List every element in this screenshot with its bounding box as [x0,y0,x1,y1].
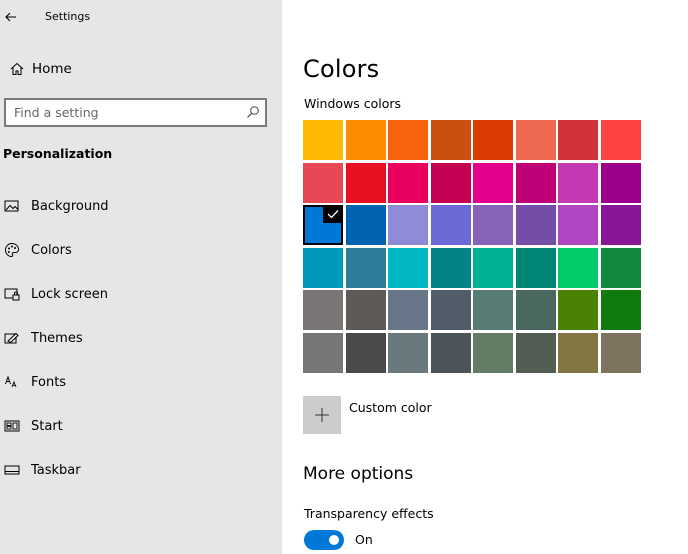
more-options-heading: More options [303,464,414,484]
checkmark-icon [323,205,343,223]
color-swatch[interactable] [515,332,556,373]
themes-icon [0,326,24,350]
sidebar-item-fonts[interactable]: Fonts [0,360,282,404]
color-swatch[interactable] [515,205,556,245]
color-swatch[interactable] [388,205,428,245]
color-swatch[interactable] [558,120,598,160]
color-swatch[interactable] [430,247,471,288]
sidebar-item-themes[interactable]: Themes [0,316,282,360]
search-input[interactable] [6,100,242,125]
sidebar-item-lock-screen[interactable]: Lock screen [0,272,282,316]
plus-icon [303,396,341,434]
search-icon[interactable] [245,104,261,120]
sidebar-item-label: Taskbar [31,462,81,478]
color-swatch[interactable] [515,247,556,288]
color-swatch[interactable] [388,162,428,203]
color-swatch[interactable] [430,120,471,160]
window-title: Settings [45,10,91,23]
sidebar-item-colors[interactable]: Colors [0,228,282,272]
color-swatch[interactable] [430,205,471,245]
color-swatch[interactable] [473,205,513,245]
sidebar-item-label: Fonts [31,374,67,390]
transparency-toggle[interactable] [304,530,344,550]
main-content: Colors Windows colors Custom color More … [282,0,688,554]
sidebar-item-label: Background [31,198,109,214]
start-icon [0,414,24,438]
color-swatch[interactable] [473,120,513,160]
color-swatch[interactable] [345,162,386,203]
color-swatch[interactable] [345,247,386,288]
sidebar-item-label: Colors [31,242,72,258]
fonts-icon [0,370,24,394]
color-swatch[interactable] [303,120,343,160]
section-header-personalization: Personalization [3,146,113,161]
transparency-effects-label: Transparency effects [304,506,434,521]
color-swatch[interactable] [345,290,386,330]
color-swatch[interactable] [303,290,343,330]
toggle-state-label: On [355,532,373,547]
color-swatch[interactable] [345,332,386,373]
color-swatch[interactable] [345,120,386,160]
color-swatch[interactable] [558,247,598,288]
color-swatch[interactable] [430,162,471,203]
title-bar: Settings [0,0,282,36]
home-icon [0,57,31,81]
search-box [4,98,267,127]
color-swatch[interactable] [388,290,428,330]
custom-color-label: Custom color [349,400,432,415]
color-swatch[interactable] [600,247,641,288]
color-swatch[interactable] [558,332,598,373]
color-swatch[interactable] [473,247,513,288]
picture-icon [0,194,24,218]
sidebar: Settings Home Personalization [0,0,282,554]
color-swatch[interactable] [473,290,513,330]
palette-icon [0,238,24,262]
color-swatch[interactable] [558,162,598,203]
color-swatch[interactable] [600,290,641,330]
sidebar-item-taskbar[interactable]: Taskbar [0,448,282,492]
color-swatch[interactable] [303,205,343,245]
sidebar-item-background[interactable]: Background [0,184,282,228]
taskbar-icon [0,458,24,482]
color-swatch[interactable] [430,332,471,373]
windows-colors-label: Windows colors [304,96,402,111]
color-swatch[interactable] [600,205,641,245]
sidebar-item-label: Start [31,418,63,434]
color-swatch[interactable] [303,332,343,373]
color-swatch[interactable] [515,162,556,203]
sidebar-item-label: Themes [31,330,83,346]
color-swatch[interactable] [303,162,343,203]
back-button[interactable] [0,6,22,28]
back-arrow-icon [5,12,16,22]
color-swatch-grid [303,120,641,373]
color-swatch[interactable] [558,290,598,330]
color-swatch[interactable] [600,332,641,373]
color-swatch[interactable] [600,162,641,203]
color-swatch[interactable] [388,247,428,288]
custom-color-button[interactable]: Custom color [303,396,432,434]
color-swatch[interactable] [558,205,598,245]
color-swatch[interactable] [345,205,386,245]
home-label: Home [32,61,72,77]
color-swatch[interactable] [515,290,556,330]
color-swatch[interactable] [473,332,513,373]
sidebar-item-label: Lock screen [31,286,108,302]
color-swatch[interactable] [388,332,428,373]
toggle-knob [329,535,339,545]
sidebar-item-start[interactable]: Start [0,404,282,448]
color-swatch[interactable] [430,290,471,330]
lock-screen-icon [0,282,24,306]
color-swatch[interactable] [515,120,556,160]
color-swatch[interactable] [388,120,428,160]
color-swatch[interactable] [473,162,513,203]
color-swatch[interactable] [303,247,343,288]
sidebar-nav: Background Colors Lock screen Themes Fon… [0,184,282,492]
page-title: Colors [303,55,380,83]
sidebar-item-home[interactable]: Home [0,57,282,81]
color-swatch[interactable] [600,120,641,160]
